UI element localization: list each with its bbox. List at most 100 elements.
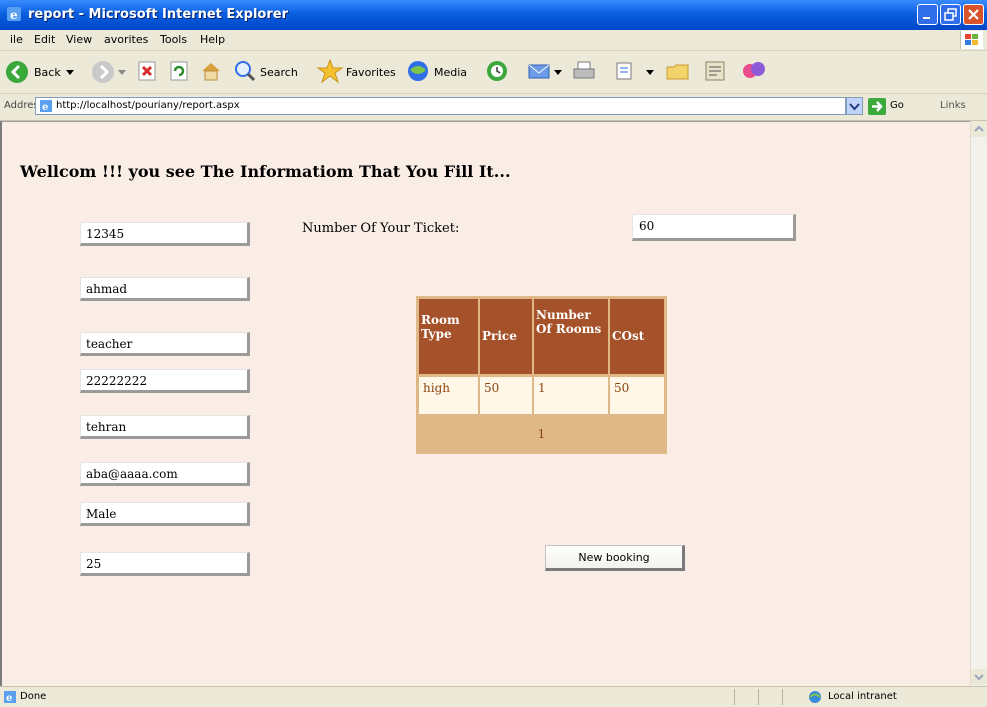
vertical-scrollbar[interactable] xyxy=(970,121,987,686)
menu-view[interactable]: View xyxy=(66,33,92,46)
messenger-icon xyxy=(743,62,765,78)
close-button[interactable] xyxy=(963,4,984,25)
go-label[interactable]: Go xyxy=(890,100,904,111)
messenger-button[interactable] xyxy=(740,58,770,86)
city-field[interactable]: tehran xyxy=(80,415,250,439)
address-bar: Address e http://localhost/pouriany/repo… xyxy=(0,94,987,121)
chevron-down-icon xyxy=(646,70,654,75)
svg-text:e: e xyxy=(10,8,18,22)
minimize-button[interactable] xyxy=(917,4,938,25)
stop-button[interactable] xyxy=(134,58,160,86)
print-button[interactable] xyxy=(570,58,600,86)
menu-file[interactable]: ile xyxy=(10,33,23,46)
menu-help[interactable]: Help xyxy=(200,33,225,46)
menu-tools[interactable]: Tools xyxy=(160,33,187,46)
page-content: Wellcom !!! you see The Informatiom That… xyxy=(0,121,970,686)
forward-button[interactable] xyxy=(82,58,126,86)
favorites-label: Favorites xyxy=(346,66,396,79)
booking-table: Room Type Price Number Of Rooms COst hig… xyxy=(416,296,667,454)
new-booking-button[interactable]: New booking xyxy=(545,545,685,571)
search-button[interactable]: Search xyxy=(232,58,310,86)
job-field[interactable]: teacher xyxy=(80,332,250,356)
links-label[interactable]: Links xyxy=(940,100,966,111)
window-title: report - Microsoft Internet Explorer xyxy=(28,7,288,22)
close-icon xyxy=(968,9,979,20)
name-field[interactable]: ahmad xyxy=(80,277,250,301)
user-id-field[interactable]: 12345 xyxy=(80,222,250,246)
phone-field[interactable]: 22222222 xyxy=(80,369,250,393)
star-icon xyxy=(316,58,344,84)
history-button[interactable] xyxy=(484,58,514,86)
cell-room-type: high xyxy=(419,377,478,414)
back-button[interactable]: Back xyxy=(4,58,76,86)
back-label: Back xyxy=(34,66,61,79)
research-icon xyxy=(705,61,725,81)
intranet-zone-icon xyxy=(809,691,821,703)
chevron-down-icon xyxy=(974,674,984,681)
chevron-down-icon xyxy=(66,70,74,75)
research-button[interactable] xyxy=(702,58,732,86)
forward-arrow-icon xyxy=(92,61,114,83)
tickets-label: Number Of Your Ticket: xyxy=(302,221,460,236)
menu-favorites[interactable]: avorites xyxy=(104,33,148,46)
stop-icon xyxy=(138,61,156,81)
home-icon xyxy=(202,63,220,81)
edit-page-icon xyxy=(616,62,632,80)
menu-edit[interactable]: Edit xyxy=(34,33,55,46)
toolbar: Back Search Favorites Media xyxy=(0,51,987,94)
page-heading: Wellcom !!! you see The Informatiom That… xyxy=(20,162,511,181)
mail-icon xyxy=(528,64,550,79)
go-arrow-icon xyxy=(872,101,883,112)
windows-flag-icon xyxy=(960,31,983,49)
cell-cost: 50 xyxy=(610,377,664,414)
email-field[interactable]: aba@aaaa.com xyxy=(80,462,250,486)
search-label: Search xyxy=(260,66,298,79)
chevron-down-icon xyxy=(849,103,860,111)
home-button[interactable] xyxy=(198,58,224,86)
status-divider xyxy=(734,689,735,705)
title-bar[interactable]: e report - Microsoft Internet Explorer xyxy=(0,0,987,30)
tickets-field[interactable]: 60 xyxy=(632,214,796,241)
mail-button[interactable] xyxy=(526,58,566,86)
restore-icon xyxy=(944,8,957,21)
chevron-down-icon xyxy=(118,70,126,75)
table-pager[interactable]: 1 xyxy=(416,420,667,450)
print-icon xyxy=(573,61,595,79)
header-price: Price xyxy=(480,299,532,374)
gender-field[interactable]: Male xyxy=(80,502,250,526)
refresh-button[interactable] xyxy=(166,58,192,86)
status-bar: e Done Local intranet xyxy=(0,686,987,707)
svg-text:e: e xyxy=(42,102,48,113)
go-button[interactable] xyxy=(868,98,886,115)
address-url: http://localhost/pouriany/report.aspx xyxy=(56,100,240,111)
header-room-type: Room Type xyxy=(419,299,478,374)
zone-text: Local intranet xyxy=(828,691,897,702)
back-arrow-icon xyxy=(6,61,28,83)
cell-price: 50 xyxy=(480,377,532,414)
favorites-button[interactable]: Favorites xyxy=(316,58,400,86)
ie-logo-icon: e xyxy=(7,7,21,22)
history-icon xyxy=(487,61,507,81)
scroll-up-button[interactable] xyxy=(971,121,987,137)
scroll-down-button[interactable] xyxy=(971,669,987,685)
cell-number-of-rooms: 1 xyxy=(534,377,608,414)
address-input[interactable]: e http://localhost/pouriany/report.aspx xyxy=(35,97,846,115)
folder-button[interactable] xyxy=(664,58,694,86)
search-icon xyxy=(235,61,256,82)
refresh-icon xyxy=(170,61,188,81)
folder-icon xyxy=(666,64,689,80)
done-page-icon: e xyxy=(4,691,16,704)
maximize-button[interactable] xyxy=(940,4,961,25)
svg-text:e: e xyxy=(6,693,12,704)
chevron-up-icon xyxy=(974,125,984,132)
edit-button[interactable] xyxy=(612,58,658,86)
media-button[interactable]: Media xyxy=(404,58,480,86)
status-divider xyxy=(758,689,759,705)
age-field[interactable]: 25 xyxy=(80,552,250,576)
status-text: Done xyxy=(20,691,47,702)
minimize-icon xyxy=(923,17,930,19)
media-label: Media xyxy=(434,66,468,79)
address-dropdown-button[interactable] xyxy=(846,97,863,115)
header-cost: COst xyxy=(610,299,664,374)
menu-bar: ile Edit View avorites Tools Help xyxy=(0,30,987,51)
